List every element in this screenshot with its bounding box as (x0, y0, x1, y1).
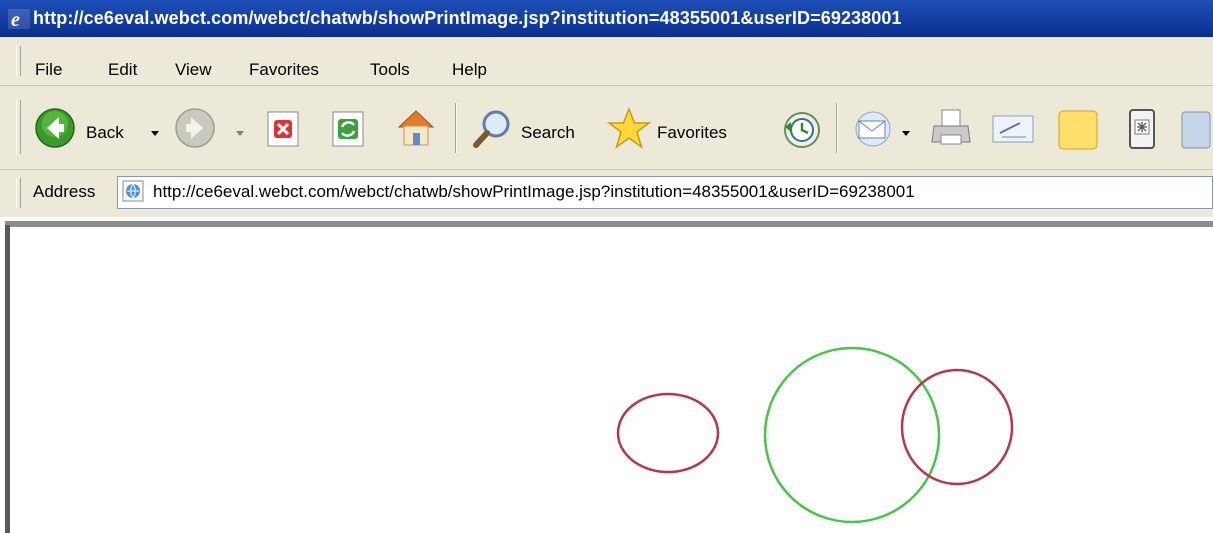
history-icon[interactable] (782, 110, 822, 150)
toolbar-separator (836, 103, 838, 153)
address-label: Address (33, 182, 96, 201)
print-icon[interactable] (928, 106, 974, 152)
mail-dropdown-arrow-icon[interactable] (902, 131, 910, 136)
title-bar: e http://ce6eval.webct.com/webct/chatwb/… (0, 0, 1213, 37)
svg-text:e: e (11, 9, 20, 29)
home-icon[interactable] (393, 105, 439, 151)
whiteboard-canvas (616, 346, 1014, 524)
menu-tools[interactable]: Tools (370, 60, 410, 80)
menu-favorites[interactable]: Favorites (249, 60, 319, 80)
refresh-icon[interactable] (330, 110, 366, 148)
menu-view[interactable]: View (175, 60, 212, 80)
search-button-label[interactable]: Search (521, 123, 575, 143)
edit-icon[interactable] (990, 111, 1036, 147)
favorites-star-icon[interactable] (606, 106, 652, 152)
menu-file[interactable]: File (35, 60, 62, 80)
menu-help[interactable]: Help (452, 60, 487, 80)
back-dropdown-arrow-icon[interactable] (151, 131, 159, 136)
favorites-button-label[interactable]: Favorites (657, 123, 727, 143)
internet-explorer-icon: e (8, 9, 30, 29)
menu-bar-grip[interactable] (16, 46, 21, 76)
address-url-text[interactable]: http://ce6eval.webct.com/webct/chatwb/sh… (153, 182, 915, 202)
toolbar-grip[interactable] (16, 100, 21, 154)
whiteboard-red-circle (900, 368, 1014, 486)
search-magnifier-icon[interactable] (471, 107, 515, 151)
address-bar-grip[interactable] (16, 178, 21, 208)
window-title: http://ce6eval.webct.com/webct/chatwb/sh… (33, 8, 902, 28)
stop-icon[interactable] (265, 110, 301, 148)
whiteboard-green-circle (763, 346, 941, 524)
discuss-note-icon[interactable] (1056, 108, 1100, 152)
menu-edit[interactable]: Edit (108, 60, 137, 80)
back-arrow-icon[interactable] (34, 107, 76, 149)
toolbar-separator (455, 103, 457, 153)
forward-dropdown-arrow-icon[interactable] (236, 131, 244, 136)
forward-arrow-icon[interactable] (174, 107, 216, 149)
messenger-icon[interactable] (1180, 108, 1213, 152)
whiteboard-red-ellipse (616, 392, 720, 474)
back-button-label[interactable]: Back (86, 123, 124, 143)
research-icon[interactable] (1127, 107, 1157, 153)
page-icon (122, 180, 144, 202)
mail-icon[interactable] (851, 108, 895, 150)
